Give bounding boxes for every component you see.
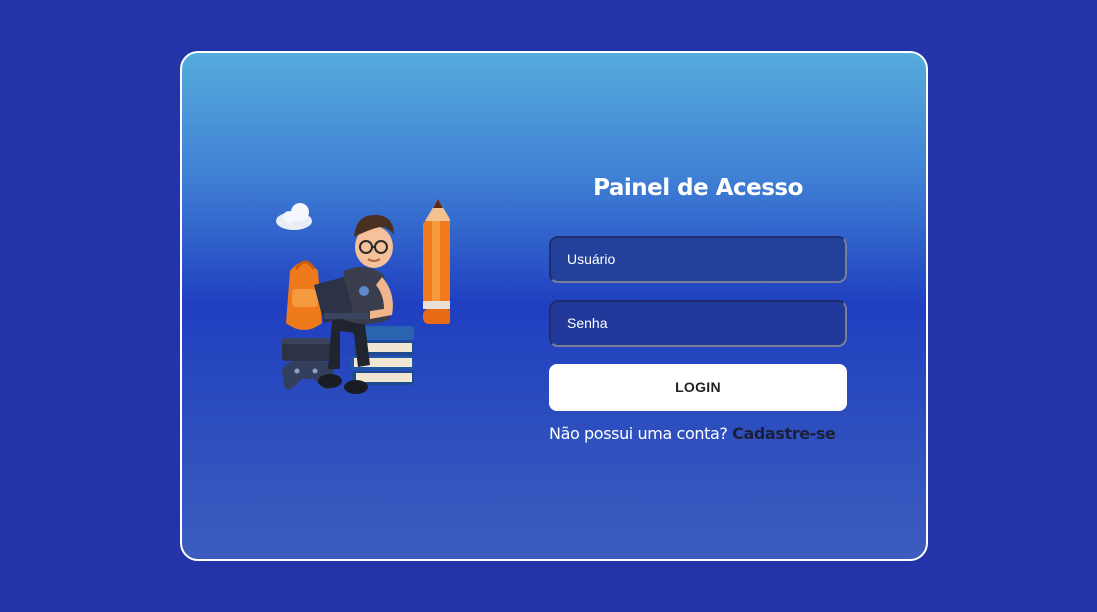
backpack-icon — [286, 260, 322, 330]
cloud-icon — [276, 203, 312, 230]
student-with-laptop-illustration — [276, 199, 450, 394]
pencil-icon — [423, 199, 450, 324]
signup-text: Não possui uma conta? — [549, 424, 728, 443]
login-form: Painel de Acesso Usuário Senha LOGIN Não… — [549, 171, 847, 443]
signup-prompt: Não possui uma conta? Cadastre-se — [549, 424, 847, 443]
password-field[interactable]: Senha — [549, 300, 847, 347]
login-card: Painel de Acesso Usuário Senha LOGIN Não… — [180, 51, 928, 561]
username-field[interactable]: Usuário — [549, 236, 847, 283]
login-button[interactable]: LOGIN — [549, 364, 847, 411]
page-title: Painel de Acesso — [593, 175, 803, 201]
signup-link[interactable]: Cadastre-se — [732, 424, 836, 443]
